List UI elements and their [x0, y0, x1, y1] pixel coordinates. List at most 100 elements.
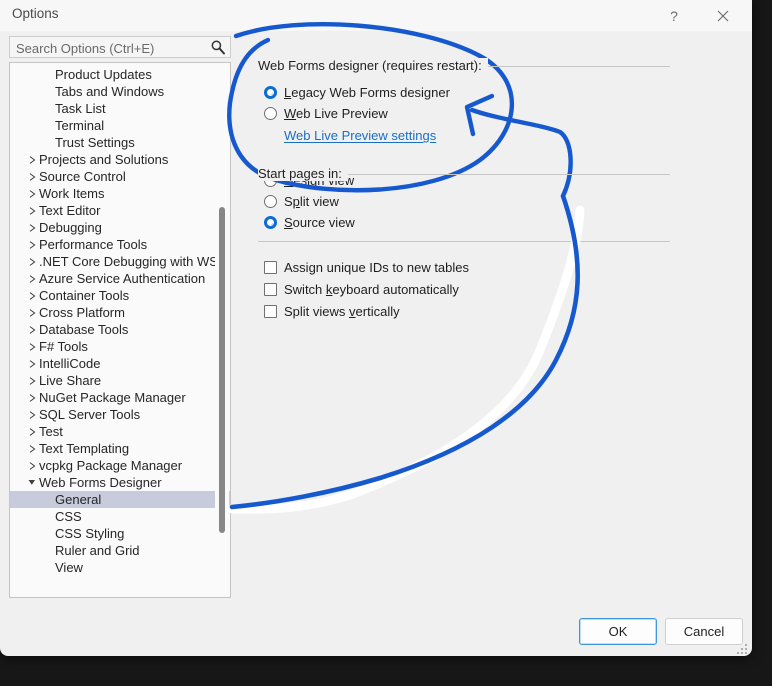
tree-item-label: Cross Platform: [39, 305, 125, 320]
settings-pane: Web Forms designer (requires restart): L…: [258, 58, 670, 319]
tree-item-label: Task List: [55, 101, 106, 116]
tree-item[interactable]: View: [10, 559, 230, 576]
chevron-right-icon[interactable]: [26, 236, 38, 253]
tree-item[interactable]: Debugging: [10, 219, 230, 236]
tree-item-label: Source Control: [39, 169, 126, 184]
group-label: Start pages in:: [258, 166, 348, 181]
tree-item[interactable]: Task List: [10, 100, 230, 117]
tree-item[interactable]: Test: [10, 423, 230, 440]
group-header-web-forms-designer: Web Forms designer (requires restart):: [258, 58, 670, 74]
search-icon[interactable]: [210, 39, 226, 55]
tree-item-label: CSS: [55, 509, 82, 524]
tree-item[interactable]: Tabs and Windows: [10, 83, 230, 100]
checkbox-indicator[interactable]: [264, 283, 277, 296]
chevron-down-icon[interactable]: [26, 474, 38, 491]
checkbox-indicator[interactable]: [264, 305, 277, 318]
tree-item[interactable]: General: [10, 491, 230, 508]
tree-item-label: IntelliCode: [39, 356, 101, 371]
tree-item[interactable]: Text Templating: [10, 440, 230, 457]
tree-item-label: Trust Settings: [55, 135, 135, 150]
radio-indicator[interactable]: [264, 195, 277, 208]
help-button[interactable]: ?: [651, 0, 697, 31]
radio-label: Web Live Preview: [284, 106, 388, 121]
chevron-right-icon[interactable]: [26, 423, 38, 440]
tree-item[interactable]: Database Tools: [10, 321, 230, 338]
radio-indicator-selected[interactable]: [264, 86, 277, 99]
chevron-right-icon[interactable]: [26, 185, 38, 202]
tree-item[interactable]: Product Updates: [10, 66, 230, 83]
chevron-right-icon[interactable]: [26, 287, 38, 304]
chevron-right-icon[interactable]: [26, 355, 38, 372]
tree-item[interactable]: vcpkg Package Manager: [10, 457, 230, 474]
group-separator: [258, 241, 670, 242]
tree-item[interactable]: Container Tools: [10, 287, 230, 304]
group-separator: [480, 66, 670, 67]
tree-item[interactable]: Ruler and Grid: [10, 542, 230, 559]
tree-item-label: vcpkg Package Manager: [39, 458, 183, 473]
web-live-preview-settings-link[interactable]: Web Live Preview settings: [284, 128, 436, 143]
tree-item[interactable]: Live Share: [10, 372, 230, 389]
tree-item-label: Container Tools: [39, 288, 130, 303]
tree-scrollbar-thumb[interactable]: [219, 207, 225, 533]
search-input[interactable]: [14, 37, 208, 59]
chevron-right-icon[interactable]: [26, 440, 38, 457]
radio-label: Split view: [284, 194, 339, 209]
chevron-right-icon[interactable]: [26, 219, 38, 236]
tree-item-label: Text Editor: [39, 203, 101, 218]
close-button[interactable]: [700, 0, 746, 31]
chevron-right-icon[interactable]: [26, 270, 38, 287]
tree-item-label: NuGet Package Manager: [39, 390, 186, 405]
tree-item-label: Test: [39, 424, 63, 439]
tree-item[interactable]: Source Control: [10, 168, 230, 185]
checkbox-indicator[interactable]: [264, 261, 277, 274]
tree-item[interactable]: Trust Settings: [10, 134, 230, 151]
options-tree[interactable]: Product Updates Tabs and Windows Task List…: [9, 62, 231, 598]
window-title: Options: [12, 6, 59, 21]
chevron-right-icon[interactable]: [26, 304, 38, 321]
tree-scrollbar[interactable]: [215, 64, 229, 597]
tree-item-label: Azure Service Authentication: [39, 271, 206, 286]
chevron-right-icon[interactable]: [26, 202, 38, 219]
tree-item[interactable]: Cross Platform: [10, 304, 230, 321]
tree-item[interactable]: F# Tools: [10, 338, 230, 355]
tree-item[interactable]: NuGet Package Manager: [10, 389, 230, 406]
tree-item[interactable]: CSS: [10, 508, 230, 525]
cancel-button[interactable]: Cancel: [665, 618, 743, 645]
tree-item[interactable]: CSS Styling: [10, 525, 230, 542]
tree-item[interactable]: Projects and Solutions: [10, 151, 230, 168]
radio-label: Source view: [284, 215, 355, 230]
chevron-right-icon[interactable]: [26, 372, 38, 389]
tree-item-label: Terminal: [55, 118, 105, 133]
search-box[interactable]: [9, 36, 231, 59]
tree-item-label: Debugging: [39, 220, 102, 235]
tree-item-label: View: [55, 560, 83, 575]
chevron-right-icon[interactable]: [26, 457, 38, 474]
tree-item[interactable]: Terminal: [10, 117, 230, 134]
radio-indicator-selected[interactable]: [264, 216, 277, 229]
tree-item[interactable]: Work Items: [10, 185, 230, 202]
tree-item[interactable]: .NET Core Debugging with WSL: [10, 253, 230, 270]
chevron-right-icon[interactable]: [26, 151, 38, 168]
chevron-right-icon[interactable]: [26, 338, 38, 355]
tree-item-label: CSS Styling: [55, 526, 125, 541]
resize-grip-icon[interactable]: [737, 642, 748, 654]
tree-item[interactable]: Performance Tools: [10, 236, 230, 253]
radio-label: Legacy Web Forms designer: [284, 85, 450, 100]
screen: Options ? Product UpdatesTabs and Wi: [0, 0, 772, 686]
tree-item[interactable]: Web Forms Designer: [10, 474, 230, 491]
tree-item[interactable]: Text Editor: [10, 202, 230, 219]
chevron-right-icon[interactable]: [26, 168, 38, 185]
tree-item-label: Work Items: [39, 186, 105, 201]
radio-indicator[interactable]: [264, 107, 277, 120]
chevron-right-icon[interactable]: [26, 321, 38, 338]
tree-item-label: F# Tools: [39, 339, 88, 354]
question-mark-icon: ?: [670, 7, 678, 24]
tree-item[interactable]: IntelliCode: [10, 355, 230, 372]
chevron-right-icon[interactable]: [26, 389, 38, 406]
chevron-right-icon[interactable]: [26, 253, 38, 270]
tree-item[interactable]: SQL Server Tools: [10, 406, 230, 423]
tree-item-label: Product Updates: [55, 67, 152, 82]
chevron-right-icon[interactable]: [26, 406, 38, 423]
ok-button[interactable]: OK: [579, 618, 657, 645]
tree-item[interactable]: Azure Service Authentication: [10, 270, 230, 287]
